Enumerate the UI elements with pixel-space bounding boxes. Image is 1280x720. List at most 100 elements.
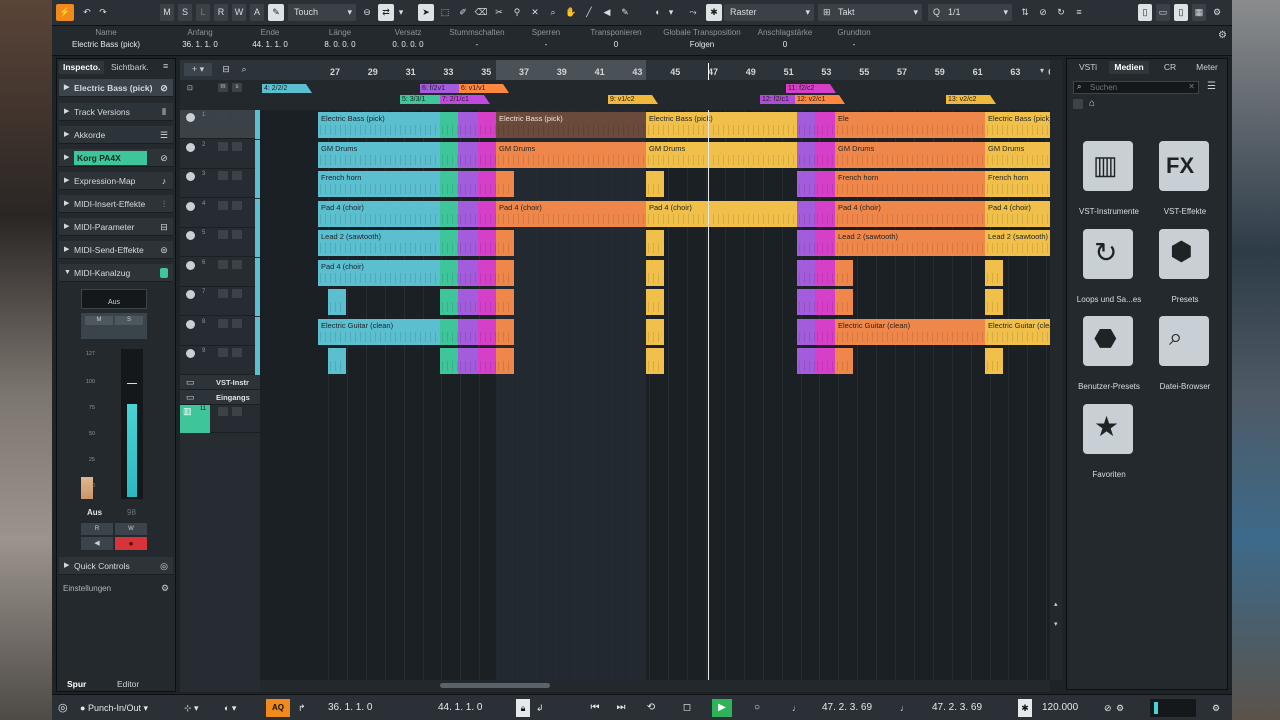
solo-button[interactable]: s [232, 83, 242, 92]
vst-effects-tile[interactable]: FX [1159, 141, 1209, 191]
midi-part[interactable]: Lead 2 (sawtooth) [318, 230, 453, 256]
midi-part[interactable] [985, 259, 1003, 286]
tab-control-room[interactable]: CR [1155, 61, 1185, 74]
midi-part[interactable] [328, 289, 346, 315]
midi-part[interactable] [646, 171, 664, 197]
record-enable-button[interactable]: ● [115, 537, 147, 550]
play-icon[interactable]: ▶ [712, 699, 732, 717]
read-automation-button[interactable]: R [81, 523, 113, 535]
track-monitor-icon[interactable] [186, 113, 195, 122]
tempo-display[interactable]: 120.000 [1042, 699, 1078, 717]
link-icon[interactable]: ⇄ [378, 4, 394, 21]
mute-button[interactable] [218, 141, 228, 151]
track-monitor-icon[interactable] [186, 231, 195, 240]
playhead-marker[interactable] [708, 63, 709, 80]
back-icon[interactable] [1073, 99, 1083, 109]
midi-part[interactable] [496, 348, 514, 374]
track-monitor-icon[interactable] [186, 290, 195, 299]
midi-part[interactable] [458, 230, 480, 256]
grid-type-select[interactable]: ⊞ Takt ▾ [818, 4, 922, 21]
mute-button[interactable] [218, 348, 228, 357]
pencil-tool-icon[interactable]: ✐ [456, 4, 470, 21]
midi-part[interactable] [440, 289, 460, 315]
marker[interactable]: 12: v2/c1 [795, 95, 845, 104]
midi-part[interactable] [478, 141, 498, 168]
mute-button[interactable] [218, 230, 228, 239]
monitor-button[interactable]: ◀ [81, 537, 113, 550]
midi-part[interactable] [496, 259, 514, 286]
midi-part[interactable]: Lead 2 (sawtooth) [835, 230, 985, 256]
instrument-track[interactable]: ▥ 11 [180, 405, 260, 433]
automation-button[interactable]: A [250, 4, 264, 21]
snap-type-select[interactable]: Raster ▾ [724, 4, 814, 21]
midi-part[interactable] [440, 348, 460, 374]
midi-part[interactable] [815, 112, 835, 138]
midi-part[interactable] [458, 141, 480, 168]
primary-time-display[interactable]: 47. 2. 3. 69 [822, 699, 872, 717]
mute-tool-icon[interactable]: ✕ [528, 4, 542, 21]
midi-part[interactable] [478, 200, 498, 227]
midi-part[interactable] [458, 112, 480, 138]
go-to-end-icon[interactable]: ⏭︎ [612, 699, 630, 717]
left-locator-icon[interactable]: ↱ [298, 699, 306, 717]
midi-part[interactable]: French horn [985, 171, 1050, 197]
zoom-in-icon[interactable]: ▴ [1054, 600, 1058, 608]
settings-icon[interactable]: ⚙ [1116, 699, 1124, 717]
marker[interactable]: 9: v1/c2 [608, 95, 658, 104]
info-field-name[interactable]: Name Electric Bass (pick) [60, 26, 152, 52]
tab-track[interactable]: Spur [67, 679, 86, 689]
tab-editor[interactable]: Editor [117, 679, 139, 689]
midi-part[interactable]: Pad 4 (choir) [985, 200, 1050, 227]
tab-media[interactable]: Medien [1109, 61, 1149, 74]
window-layout-icon[interactable]: ▦ [1192, 4, 1206, 21]
midi-part[interactable]: Electric Bass (pick) [985, 112, 1050, 138]
right-locator-value[interactable]: 44. 1. 1. 0 [438, 699, 482, 717]
solo-button[interactable] [232, 407, 242, 416]
scroll-thumb[interactable] [440, 683, 550, 688]
midi-part[interactable] [835, 289, 853, 315]
midi-part[interactable] [815, 171, 835, 197]
mute-button[interactable]: M [85, 316, 113, 325]
midi-part[interactable] [646, 230, 664, 256]
color-tool-icon[interactable]: ✎ [618, 4, 632, 21]
listen-button[interactable]: L [196, 4, 210, 21]
midi-part[interactable] [496, 230, 514, 256]
solo-button[interactable] [232, 318, 242, 328]
midi-part[interactable] [458, 348, 480, 374]
inspector-section-track[interactable]: ▶ Electric Bass (pick) ⊘ [59, 79, 173, 97]
midi-part[interactable] [440, 171, 460, 197]
midi-part[interactable] [646, 318, 664, 345]
solo-button[interactable] [232, 230, 242, 239]
track-row[interactable]: 5 [180, 228, 260, 257]
split-tool-icon[interactable]: ✂ [492, 4, 506, 21]
mute-button[interactable] [218, 259, 228, 269]
midi-part[interactable] [440, 318, 460, 345]
info-field-transpose[interactable]: Transponieren 0 [582, 26, 650, 52]
snap-on-icon[interactable]: ⤳ [686, 4, 700, 21]
midi-part[interactable] [985, 348, 1003, 374]
ruler-menu-icon[interactable]: ▾ [1040, 66, 1044, 75]
track-monitor-icon[interactable] [186, 349, 195, 358]
punch-select[interactable]: ● Punch-In/Out ▾ [80, 699, 148, 717]
midi-part[interactable]: French horn [835, 171, 985, 197]
tab-vsti[interactable]: VSTi [1071, 61, 1105, 74]
midi-part[interactable] [478, 259, 498, 286]
clear-icon[interactable]: ✕ [1188, 82, 1195, 91]
midi-part[interactable]: Electric Guitar (clean) [318, 318, 453, 345]
settings-icon[interactable]: ⚙ [1212, 699, 1220, 717]
write-automation-button[interactable]: W [115, 523, 147, 535]
midi-part[interactable]: Ele [835, 112, 985, 138]
midi-part[interactable] [440, 230, 460, 256]
pointer-tool-icon[interactable]: ➤ [418, 4, 434, 21]
refresh-icon[interactable]: ↻ [1054, 4, 1068, 21]
file-browser-tile[interactable]: ⌕ [1159, 316, 1209, 366]
midi-part[interactable]: Pad 4 (choir) [318, 200, 453, 227]
range-tool-icon[interactable]: ⬚ [438, 4, 452, 21]
midi-part[interactable] [835, 259, 853, 286]
track-row[interactable]: 7 [180, 287, 260, 316]
midi-part[interactable]: Electric Bass (pick) [646, 112, 798, 138]
solo-button[interactable]: S [178, 4, 192, 21]
chevron-down-icon[interactable]: ▾ [396, 4, 406, 21]
midi-part[interactable]: Electric Bass (pick) [318, 112, 453, 138]
show-lower-zone-icon[interactable]: ▭ [1156, 4, 1170, 21]
